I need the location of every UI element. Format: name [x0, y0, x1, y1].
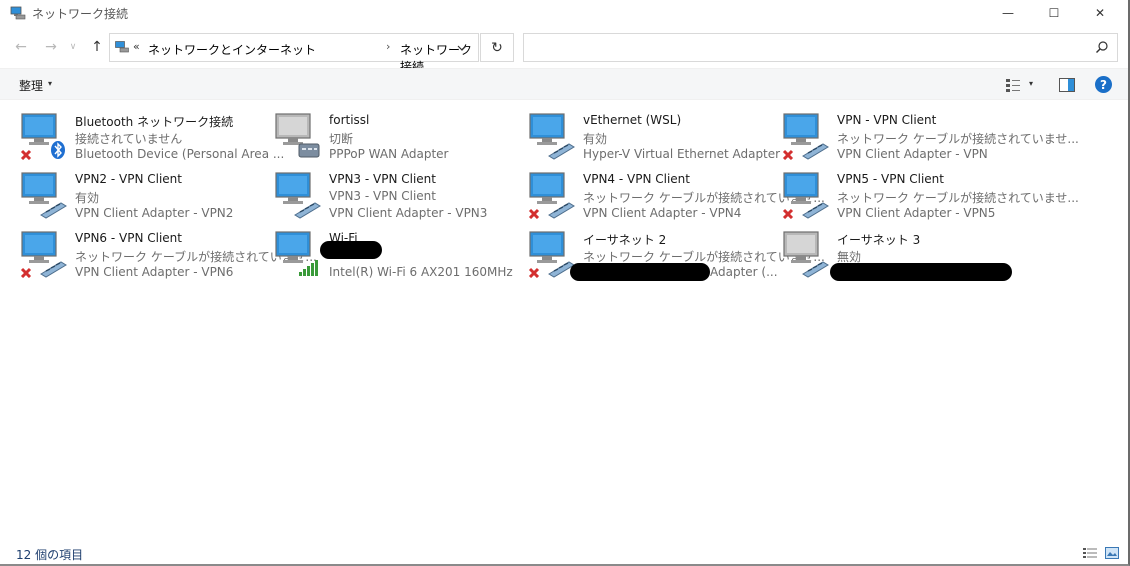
bluetooth-adapter-icon	[20, 113, 65, 160]
status-bar: 12 個の項目	[0, 542, 1128, 564]
network-connections-icon	[115, 41, 129, 53]
maximize-button[interactable]: ☐	[1031, 0, 1077, 26]
connection-item-vpn[interactable]: VPN - VPN Client ネットワーク ケーブルが接続されていませ...…	[764, 105, 1079, 163]
forward-button[interactable]: →	[40, 36, 62, 58]
connection-item-bluetooth[interactable]: Bluetooth ネットワーク接続 接続されていません Bluetooth D…	[2, 105, 284, 163]
change-view-icon[interactable]	[1005, 77, 1021, 93]
connection-item-vpn5[interactable]: VPN5 - VPN Client ネットワーク ケーブルが接続されていませ..…	[764, 164, 1079, 222]
connection-status: VPN3 - VPN Client	[329, 189, 436, 203]
connection-name: VPN - VPN Client	[837, 113, 937, 127]
connection-device: Intel(R) Wi-Fi 6 AX201 160MHz	[329, 265, 513, 279]
error-x-icon	[528, 267, 540, 278]
connection-status: 接続されていません	[75, 132, 183, 146]
connection-status: 有効	[75, 191, 100, 205]
network-connections-icon	[10, 6, 26, 20]
ethernet-adapter-icon	[20, 231, 67, 278]
explorer-window: ネットワーク接続 — ☐ ✕ ← → ∨ ↑ « ネットワークとインターネット …	[0, 0, 1130, 566]
connection-device: PPPoP WAN Adapter	[329, 147, 449, 161]
connection-item-vpn3[interactable]: VPN3 - VPN Client VPN3 - VPN Client VPN …	[256, 164, 510, 222]
connection-device: Hyper-V Virtual Ethernet Adapter	[583, 147, 781, 161]
breadcrumb-network-internet[interactable]: ネットワークとインターネット	[148, 41, 316, 58]
search-icon	[1096, 41, 1108, 53]
connection-device: VPN Client Adapter - VPN2	[75, 206, 234, 220]
connection-item-vethernet-wsl[interactable]: vEthernet (WSL) 有効 Hyper-V Virtual Ether…	[510, 105, 780, 163]
error-x-icon	[20, 149, 32, 160]
details-view-icon[interactable]	[1083, 547, 1097, 559]
error-x-icon	[782, 208, 794, 219]
view-dropdown-arrow[interactable]: ▾	[1029, 79, 1033, 88]
error-x-icon	[782, 149, 794, 160]
connection-item-ethernet-2[interactable]: イーサネット 2 ネットワーク ケーブルが接続されていませ... Adapter…	[510, 223, 825, 281]
address-bar[interactable]: « ネットワークとインターネット › ネットワーク接続	[109, 33, 479, 74]
connection-status: ネットワーク ケーブルが接続されていませ...	[837, 132, 1079, 146]
connection-name: fortissl	[329, 113, 370, 127]
connection-item-ethernet-3[interactable]: イーサネット 3 無効	[764, 223, 1018, 281]
connection-device: VPN Client Adapter - VPN4	[583, 206, 742, 220]
recent-locations-button[interactable]: ∨	[66, 36, 80, 58]
minimize-button[interactable]: —	[985, 0, 1031, 26]
connection-device: VPN Client Adapter - VPN6	[75, 265, 234, 279]
error-x-icon	[528, 208, 540, 219]
title-bar: ネットワーク接続 — ☐ ✕	[0, 0, 1128, 26]
connection-status: ネットワーク ケーブルが接続されていませ...	[837, 191, 1079, 205]
ethernet-adapter-disabled-icon	[783, 231, 829, 278]
connection-device: VPN Client Adapter - VPN	[837, 147, 988, 161]
wifi-adapter-icon	[275, 231, 318, 276]
connection-name: vEthernet (WSL)	[583, 113, 682, 127]
ethernet-adapter-icon	[529, 113, 575, 160]
refresh-button[interactable]: ↻	[480, 33, 514, 62]
ethernet-adapter-icon	[21, 172, 67, 219]
connection-name: VPN3 - VPN Client	[329, 172, 436, 186]
connection-device: Bluetooth Device (Personal Area ...	[75, 147, 285, 161]
connection-name: VPN5 - VPN Client	[837, 172, 944, 186]
navigation-bar: ← → ∨ ↑ « ネットワークとインターネット › ネットワーク接続 ↻	[0, 30, 1128, 74]
connection-name: VPN6 - VPN Client	[75, 231, 182, 245]
ethernet-adapter-icon	[782, 113, 829, 160]
connection-device: VPN Client Adapter - VPN3	[329, 206, 488, 220]
redacted-adapter-name	[830, 263, 1012, 281]
connection-name: Bluetooth ネットワーク接続	[75, 115, 234, 129]
chevron-down-icon	[457, 45, 467, 51]
connection-item-vpn6[interactable]: VPN6 - VPN Client ネットワーク ケーブルが接続されていませ..…	[2, 223, 317, 281]
connection-status: 有効	[583, 132, 608, 146]
search-input[interactable]	[523, 33, 1118, 62]
connection-device: VPN Client Adapter - VPN5	[837, 206, 996, 220]
connection-name: イーサネット 3	[837, 233, 921, 247]
redacted-ssid	[320, 241, 382, 259]
organize-button[interactable]: 整理	[19, 77, 43, 94]
back-button[interactable]: ←	[10, 36, 32, 58]
connection-item-wifi[interactable]: Wi-Fi Intel(R) Wi-Fi 6 AX201 160MHz	[256, 223, 513, 281]
connection-item-vpn2[interactable]: VPN2 - VPN Client 有効 VPN Client Adapter …	[2, 164, 256, 222]
wan-adapter-icon	[275, 113, 320, 158]
connection-status: 切断	[329, 132, 354, 146]
item-count: 12 個の項目	[16, 548, 84, 562]
preview-pane-icon[interactable]	[1059, 78, 1075, 92]
ethernet-adapter-icon	[782, 172, 829, 219]
command-bar: 整理 ▾ ▾ ?	[0, 68, 1128, 100]
up-button[interactable]: ↑	[86, 36, 108, 58]
connection-name: VPN2 - VPN Client	[75, 172, 182, 186]
organize-dropdown-arrow[interactable]: ▾	[48, 79, 52, 88]
breadcrumb-overflow-chevron[interactable]: «	[133, 40, 140, 53]
connection-item-fortissl[interactable]: fortissl 切断 PPPoP WAN Adapter	[256, 105, 510, 163]
error-x-icon	[20, 267, 32, 278]
connection-name: イーサネット 2	[583, 233, 667, 247]
connection-name: VPN4 - VPN Client	[583, 172, 690, 186]
connection-item-vpn4[interactable]: VPN4 - VPN Client ネットワーク ケーブルが接続されていませ..…	[510, 164, 825, 222]
redacted-adapter-name	[570, 263, 710, 281]
window-title: ネットワーク接続	[32, 7, 129, 21]
breadcrumb-separator[interactable]: ›	[386, 40, 390, 53]
ethernet-adapter-icon	[275, 172, 321, 219]
help-icon[interactable]: ?	[1095, 76, 1112, 93]
address-dropdown-button[interactable]	[454, 40, 470, 56]
ethernet-adapter-icon	[528, 172, 575, 219]
large-icons-view-icon[interactable]	[1105, 547, 1119, 559]
connections-view: Bluetooth ネットワーク接続 接続されていません Bluetooth D…	[0, 101, 1128, 541]
close-button[interactable]: ✕	[1077, 0, 1123, 26]
